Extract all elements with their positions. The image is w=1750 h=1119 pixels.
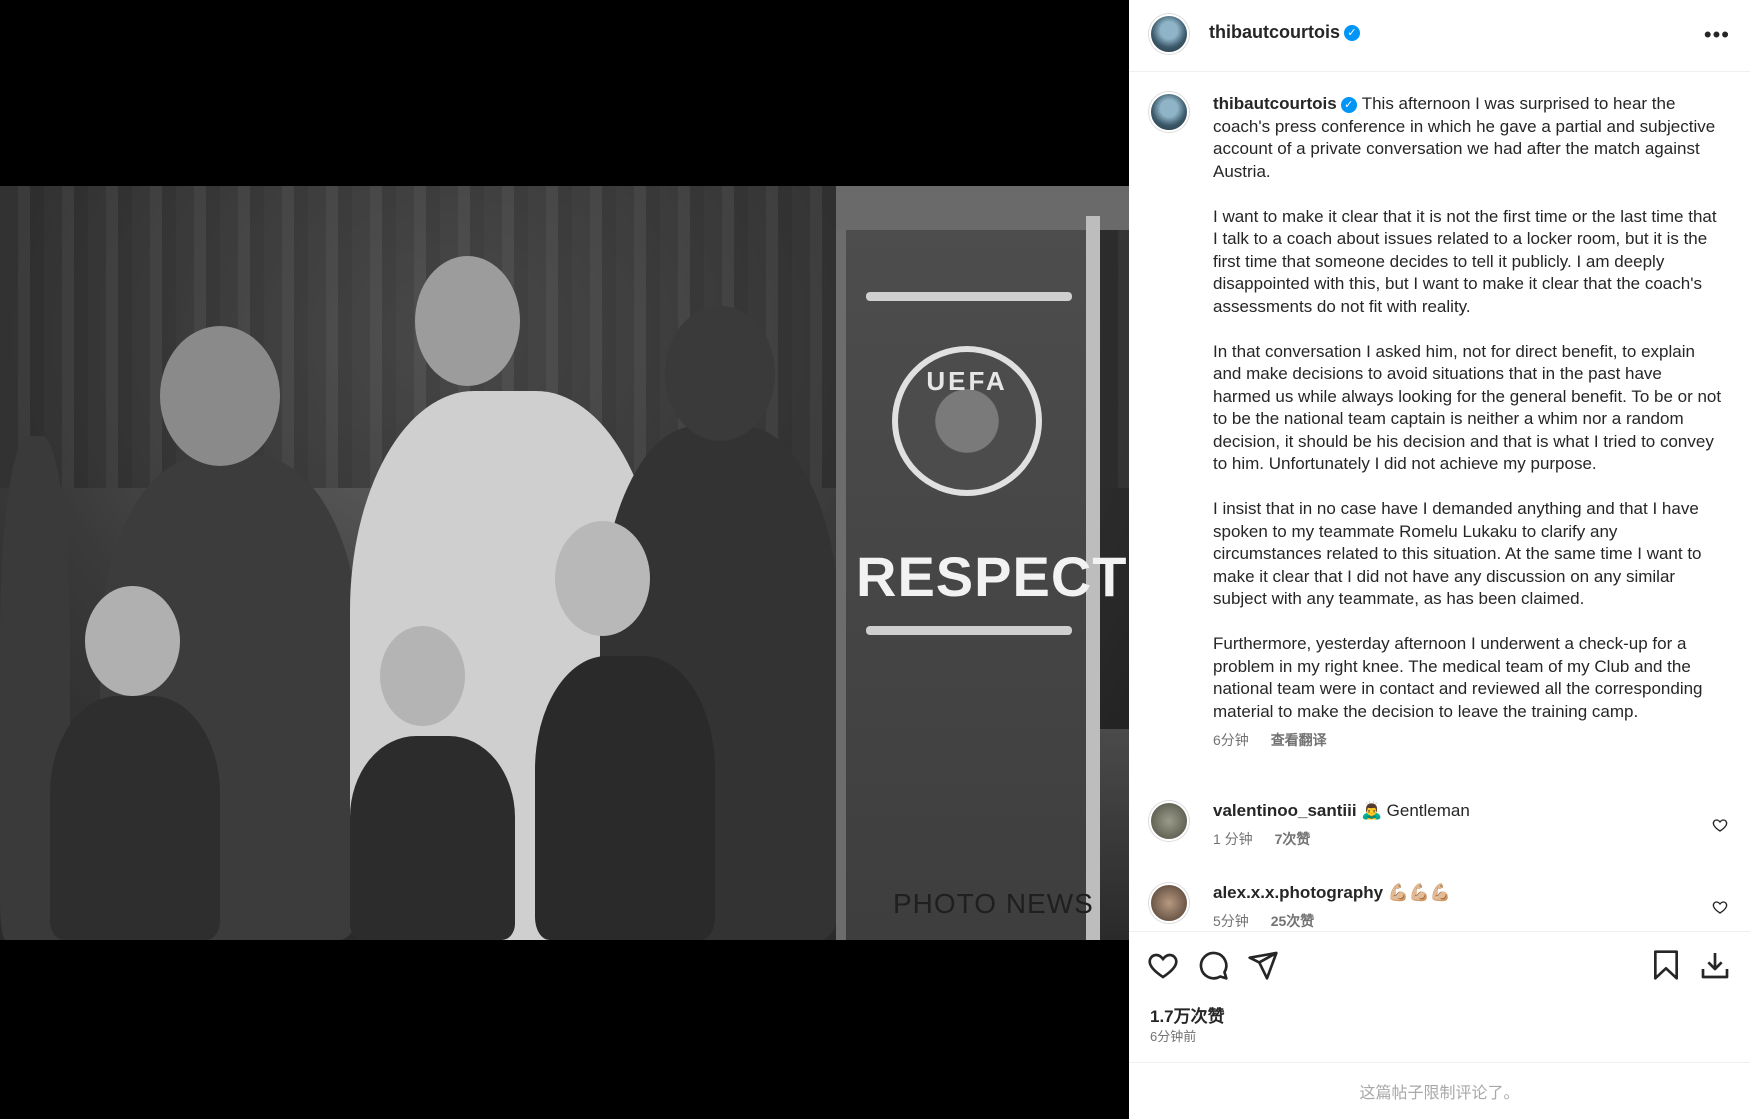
board-bar-top [866, 292, 1072, 301]
comment-text: Gentleman [1386, 801, 1470, 820]
caption-paragraph-3: In that conversation I asked him, not fo… [1213, 341, 1722, 474]
board-bar-bottom [866, 626, 1072, 635]
uefa-logo: UEFA [892, 346, 1042, 496]
author-username[interactable]: thibautcourtois ✓ [1209, 22, 1360, 43]
comment-time: 1 分钟 [1213, 831, 1253, 847]
comment-body: alex.x.x.photography 💪🏼💪🏼💪🏼 5分钟 25次赞 [1213, 883, 1683, 931]
caption-username[interactable]: thibautcourtois [1213, 94, 1337, 113]
author-username-text[interactable]: thibautcourtois [1209, 22, 1340, 42]
comment-like-heart-icon[interactable] [1712, 817, 1728, 833]
mascot-2-head [380, 626, 465, 726]
post-caption: thibautcourtois ✓ This afternoon I was sur… [1213, 93, 1723, 752]
post-side-panel: thibautcourtois ✓ ••• thibautcourtois ✓ Thi… [1129, 0, 1750, 1119]
photo-watermark: PHOTO NEWS [893, 888, 1094, 919]
caption-author-avatar[interactable] [1149, 92, 1189, 132]
comment-body: valentinoo_santiii 🙇‍♂️ Gentleman 1 分钟 7… [1213, 801, 1683, 849]
commenter-avatar[interactable] [1149, 883, 1189, 923]
heart-icon[interactable] [1147, 949, 1179, 981]
mascot-3 [535, 656, 715, 940]
comment-time: 5分钟 [1213, 913, 1249, 929]
respect-text: RESPECT [856, 545, 1128, 608]
comment-likes[interactable]: 25次赞 [1271, 913, 1315, 929]
post-photo[interactable]: UEFA RESPECT PHOTO NEWS [0, 186, 1129, 940]
caption-paragraph-1: thibautcourtois ✓ This afternoon I was sur… [1213, 93, 1723, 183]
caption-time: 6分钟 [1213, 732, 1249, 748]
commenter-username[interactable]: alex.x.x.photography [1213, 883, 1383, 902]
comment-meta: 5分钟 25次赞 [1213, 911, 1683, 931]
share-icon[interactable] [1247, 949, 1279, 981]
comment-emoji: 🙇‍♂️ [1361, 801, 1383, 820]
caption-paragraph-5: Furthermore, yesterday afternoon I under… [1213, 634, 1703, 721]
comment-icon[interactable] [1197, 949, 1229, 981]
posted-time: 6分钟前 [1150, 1029, 1197, 1044]
comment-emoji: 💪🏼💪🏼💪🏼 [1387, 883, 1452, 902]
verified-badge-icon: ✓ [1344, 25, 1360, 42]
verified-badge-icon: ✓ [1340, 96, 1357, 113]
caption-paragraph-2: I want to make it clear that it is not t… [1213, 206, 1717, 316]
post-media: UEFA RESPECT PHOTO NEWS [0, 0, 1129, 1119]
goalkeeper-head [415, 256, 520, 386]
commenter-avatar[interactable] [1149, 801, 1189, 841]
caption-paragraph-4: I insist that in no case have I demanded… [1213, 499, 1702, 608]
comment-like-heart-icon[interactable] [1712, 899, 1728, 915]
comment-likes[interactable]: 7次赞 [1275, 831, 1311, 847]
player-curly-hair-head [160, 326, 280, 466]
mascot-1 [50, 696, 220, 940]
download-icon[interactable] [1699, 949, 1731, 981]
commenter-username[interactable]: valentinoo_santiii [1213, 801, 1357, 820]
uefa-respect-board: UEFA RESPECT [836, 186, 1129, 940]
comments-limited-notice: 这篇帖子限制评论了。 [1129, 1062, 1750, 1119]
comments-section[interactable]: thibautcourtois ✓ This afternoon I was sur… [1129, 73, 1750, 931]
more-options-icon[interactable]: ••• [1704, 22, 1730, 48]
mascot-2 [350, 736, 515, 940]
likes-count[interactable]: 1.7万次赞 [1150, 1002, 1225, 1027]
post-actions: 1.7万次赞 6分钟前 这篇帖子限制评论了。 [1129, 931, 1750, 1119]
uefa-logo-text: UEFA [926, 366, 1008, 396]
see-translation-link[interactable]: 查看翻译 [1271, 732, 1327, 748]
mascot-1-head [85, 586, 180, 696]
captain-head [665, 306, 775, 441]
caption-meta: 6分钟 查看翻译 [1213, 729, 1723, 752]
mascot-3-head [555, 521, 650, 636]
comment-meta: 1 分钟 7次赞 [1213, 829, 1683, 849]
post-header: thibautcourtois ✓ ••• [1129, 0, 1750, 72]
bookmark-icon[interactable] [1650, 949, 1682, 981]
author-avatar[interactable] [1149, 14, 1189, 54]
